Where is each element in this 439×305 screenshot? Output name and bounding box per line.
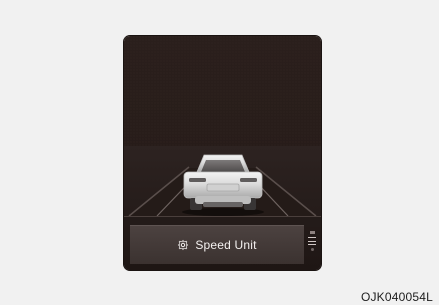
scroll-dot bbox=[310, 248, 314, 251]
figure-area: Speed Unit OJK040054L bbox=[0, 0, 439, 305]
gear-icon bbox=[178, 239, 189, 251]
scroll-up-arrow bbox=[309, 231, 315, 234]
figure-code: OJK040054L bbox=[360, 290, 433, 304]
scroll-position-icon bbox=[308, 231, 316, 259]
speed-unit-label: Speed Unit bbox=[195, 238, 257, 252]
speed-unit-menu-item[interactable]: Speed Unit bbox=[130, 225, 304, 264]
scroll-lines bbox=[308, 237, 316, 245]
instrument-cluster-display: Speed Unit bbox=[124, 36, 321, 270]
bar-top-edge bbox=[124, 216, 321, 217]
